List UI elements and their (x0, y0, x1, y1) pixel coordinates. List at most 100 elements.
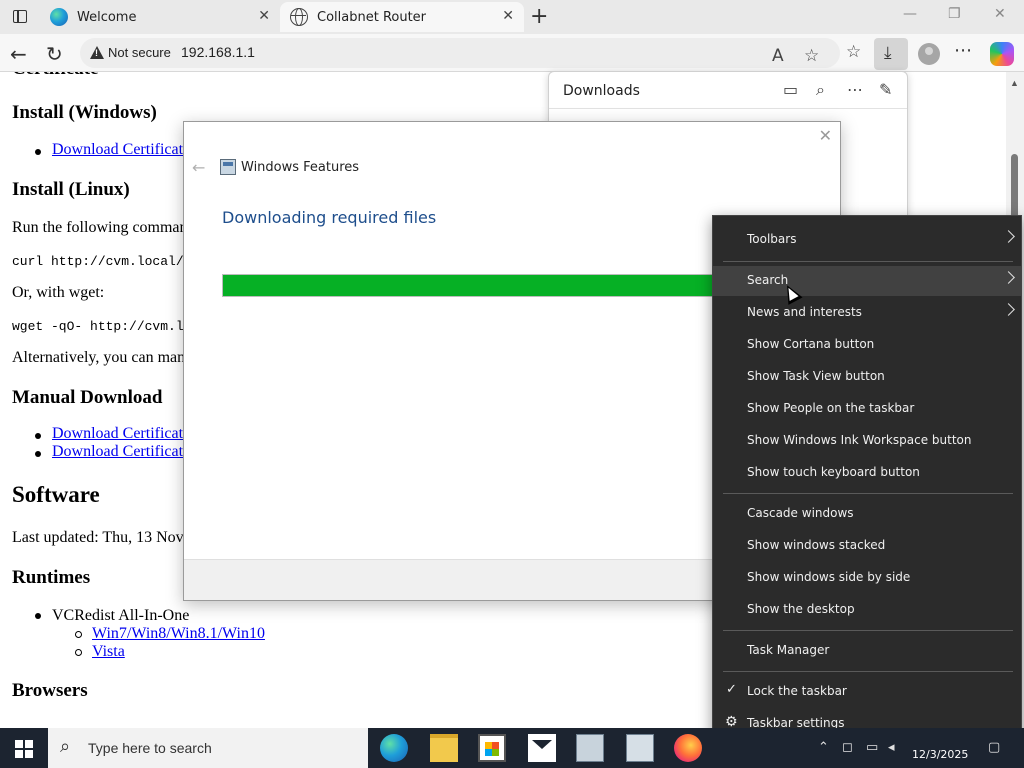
notification-icon[interactable]: ▢ (988, 740, 1000, 755)
runtime-link-win7[interactable]: Win7/Win8/Win8.1/Win10 (92, 625, 265, 643)
download-certificate-link[interactable]: Download Certificat (52, 141, 183, 159)
downloads-title: Downloads (563, 83, 640, 99)
divider (549, 108, 907, 109)
network-icon[interactable]: ▭ (866, 740, 878, 755)
profile-avatar[interactable] (918, 43, 940, 65)
refresh-icon[interactable]: ↻ (46, 42, 63, 66)
address-bar[interactable]: Not secure 192.168.1.1 A ☆ (80, 38, 840, 68)
search-placeholder: Type here to search (88, 740, 212, 756)
menu-divider (723, 671, 1013, 672)
more-options-icon[interactable]: ⋯ (847, 80, 863, 99)
taskbar-date[interactable]: 12/3/2025 (912, 748, 968, 761)
favorites-icon[interactable]: ☆ (846, 42, 861, 62)
heading-manual-download: Manual Download (12, 387, 163, 408)
menu-item-search[interactable]: Search (713, 266, 1021, 296)
tab-collabnet-router[interactable]: Collabnet Router ✕ (280, 2, 524, 32)
checkmark-icon: ✓ (726, 682, 737, 697)
menu-item-show-people[interactable]: Show People on the taskbar (713, 394, 1021, 424)
more-menu-icon[interactable]: ⋯ (954, 40, 972, 61)
taskbar-app-icon[interactable] (576, 734, 604, 762)
downloads-button[interactable]: ⤓ (874, 38, 908, 70)
dialog-close-icon[interactable]: ✕ (819, 126, 832, 145)
security-label[interactable]: Not secure (108, 45, 171, 60)
scroll-up-icon[interactable]: ▲ (1010, 78, 1019, 88)
tab-title: Collabnet Router (317, 10, 427, 25)
menu-item-show-cortana[interactable]: Show Cortana button (713, 330, 1021, 360)
menu-divider (723, 630, 1013, 631)
new-tab-button[interactable]: + (530, 4, 548, 29)
tab-close-icon[interactable]: ✕ (502, 8, 514, 24)
back-arrow-icon[interactable]: ← (192, 158, 205, 177)
windows-logo-icon (15, 740, 23, 748)
submenu-chevron-icon (1002, 271, 1015, 284)
favorite-star-icon[interactable]: ☆ (804, 46, 819, 66)
menu-item-show-task-view[interactable]: Show Task View button (713, 362, 1021, 392)
start-button[interactable] (0, 728, 48, 768)
tray-chevron-icon[interactable]: ⌃ (818, 740, 829, 755)
list-bullet (35, 613, 41, 619)
menu-item-task-manager[interactable]: Task Manager (713, 636, 1021, 666)
list-bullet (35, 149, 41, 155)
open-folder-icon[interactable]: ▭ (783, 80, 798, 99)
taskbar-app-icon[interactable] (626, 734, 654, 762)
menu-item-toolbars[interactable]: Toolbars (713, 225, 1021, 255)
back-arrow-icon[interactable]: ← (10, 42, 27, 66)
volume-icon[interactable]: ◂ (888, 740, 895, 755)
windows-logo-icon (15, 750, 23, 758)
tab-close-icon[interactable]: ✕ (258, 8, 270, 24)
windows-features-icon (220, 159, 236, 175)
search-icon[interactable]: ⌕ (816, 80, 825, 100)
warning-icon (90, 46, 104, 59)
menu-item-cascade-windows[interactable]: Cascade windows (713, 499, 1021, 529)
pin-icon[interactable]: ✎ (879, 80, 892, 99)
submenu-chevron-icon (1002, 303, 1015, 316)
url-text[interactable]: 192.168.1.1 (181, 44, 255, 60)
menu-item-show-touch-keyboard[interactable]: Show touch keyboard button (713, 458, 1021, 488)
menu-item-show-stacked[interactable]: Show windows stacked (713, 531, 1021, 561)
window-close-icon[interactable]: ✕ (994, 6, 1006, 22)
list-bullet (35, 433, 41, 439)
menu-item-show-ink-workspace[interactable]: Show Windows Ink Workspace button (713, 426, 1021, 456)
runtime-link-vista[interactable]: Vista (92, 643, 125, 661)
heading-browsers: Browsers (12, 680, 88, 701)
download-arrow-icon: ⤓ (884, 43, 892, 63)
taskbar-store-icon[interactable] (478, 734, 506, 762)
taskbar-file-explorer-icon[interactable] (430, 734, 458, 762)
windows-taskbar: ⌕ Type here to search ⌃ ◻ ▭ ◂ ▢ (0, 728, 1024, 768)
heading-install-windows: Install (Windows) (12, 102, 157, 123)
heading-runtimes: Runtimes (12, 567, 91, 588)
taskbar-search-box[interactable]: ⌕ Type here to search (48, 728, 368, 768)
menu-item-news-and-interests[interactable]: News and interests (713, 298, 1021, 328)
taskbar-mail-icon[interactable] (528, 734, 556, 762)
menu-item-lock-taskbar[interactable]: ✓ Lock the taskbar (713, 677, 1021, 707)
dialog-heading: Downloading required files (222, 208, 437, 227)
taskbar-firefox-icon[interactable] (674, 734, 702, 762)
menu-item-show-side-by-side[interactable]: Show windows side by side (713, 563, 1021, 593)
taskbar-edge-icon[interactable] (380, 734, 408, 762)
tab-actions-icon[interactable] (8, 6, 32, 28)
search-icon: ⌕ (60, 736, 71, 757)
runtime-item: VCRedist All-In-One (52, 607, 190, 624)
submenu-chevron-icon (1002, 230, 1015, 243)
windows-logo-icon (25, 740, 33, 748)
minimize-icon[interactable]: — (903, 6, 917, 22)
menu-divider (723, 493, 1013, 494)
heading-software: Software (12, 482, 100, 507)
scrollbar-thumb[interactable] (1011, 154, 1018, 218)
menu-item-show-desktop[interactable]: Show the desktop (713, 595, 1021, 625)
restore-icon[interactable]: ❐ (948, 6, 961, 22)
read-aloud-icon[interactable]: A (772, 46, 784, 66)
heading-install-linux: Install (Linux) (12, 179, 130, 200)
last-updated-text: Last updated: Thu, 13 Nov (12, 529, 184, 546)
copilot-icon[interactable] (990, 42, 1014, 66)
download-certificate-link[interactable]: Download Certificat (52, 443, 183, 461)
sublist-bullet (75, 649, 82, 656)
progress-fill (223, 275, 720, 296)
download-certificate-link[interactable]: Download Certificat (52, 425, 183, 443)
address-bar-row: ← ↻ Not secure 192.168.1.1 A ☆ ☆ (0, 34, 1024, 72)
tray-icon[interactable]: ◻ (842, 740, 853, 755)
tab-welcome[interactable]: Welcome ✕ (40, 2, 280, 32)
menu-divider (723, 261, 1013, 262)
curl-command: curl http://cvm.local/l (12, 254, 192, 269)
windows-logo-icon (25, 750, 33, 758)
